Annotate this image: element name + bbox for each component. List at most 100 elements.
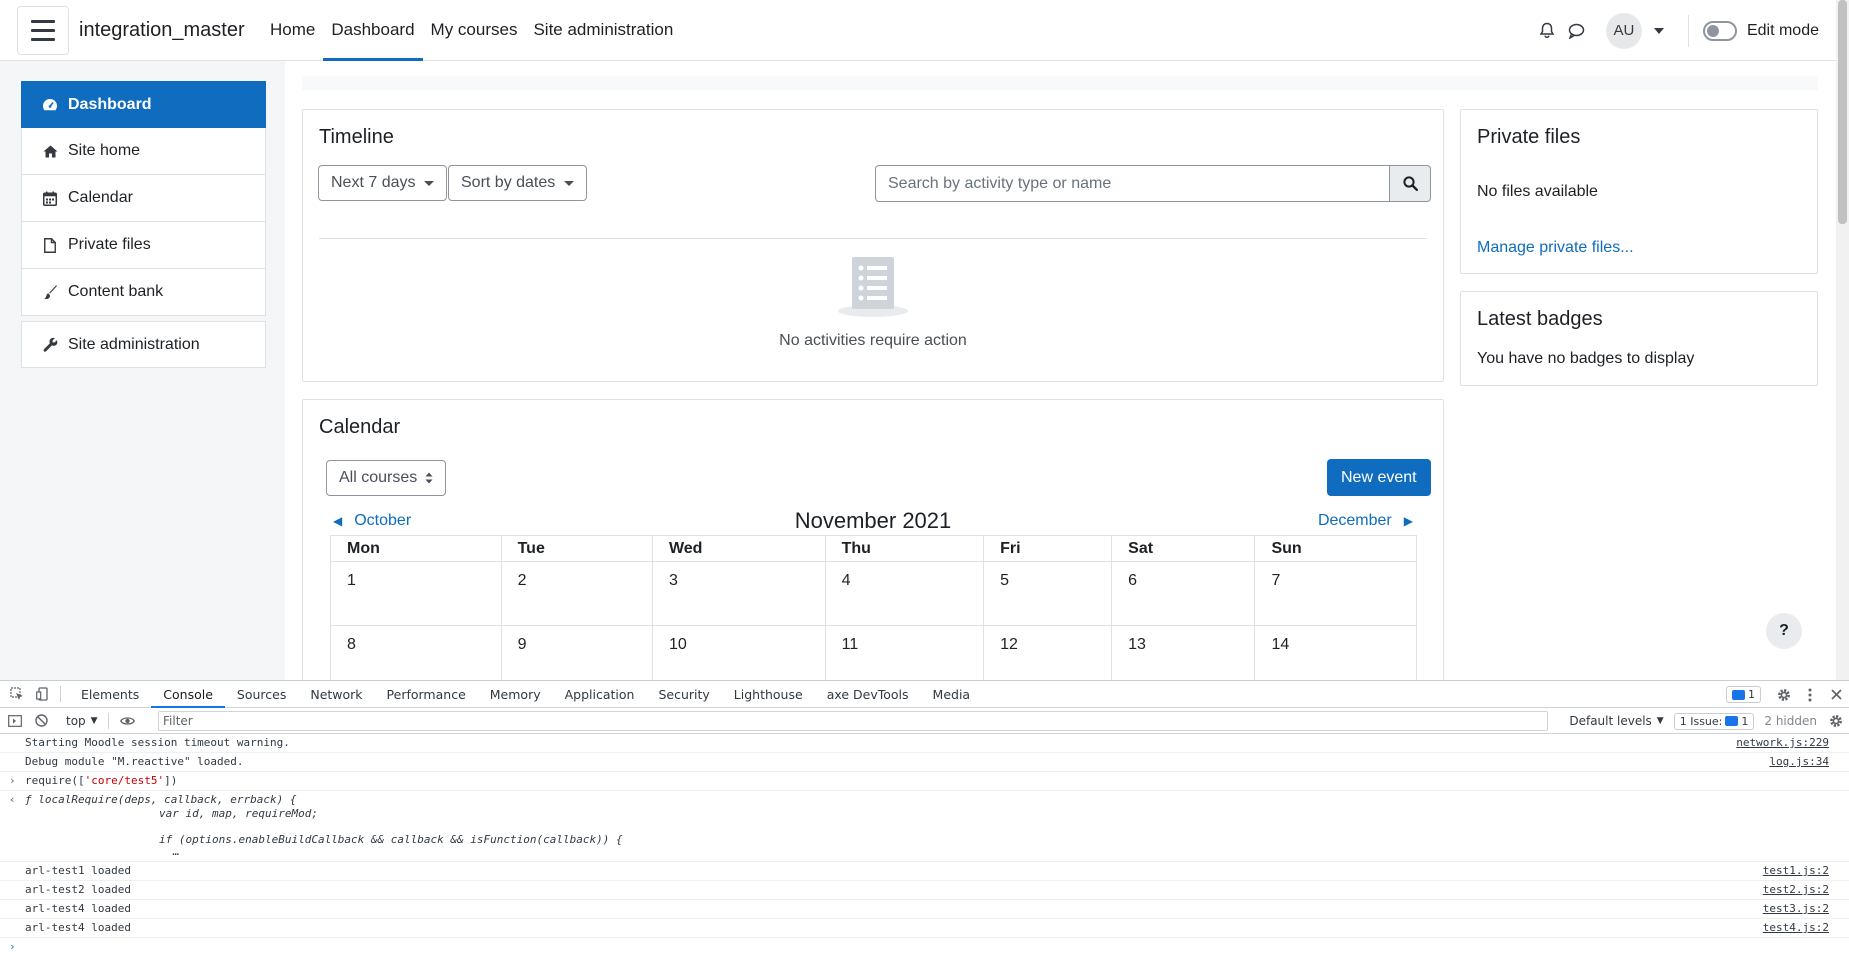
drawer-item-site-administration[interactable]: Site administration: [21, 321, 266, 368]
devtools-tab-application[interactable]: Application: [553, 681, 647, 708]
calendar-day-cell[interactable]: 11: [824, 625, 985, 683]
calendar-day-cell[interactable]: 14: [1254, 625, 1417, 683]
sidebar-toggle-icon[interactable]: [2, 707, 28, 734]
inspect-element-icon[interactable]: [4, 681, 30, 708]
chevron-down-icon: ▼: [1656, 716, 1664, 726]
calendar-day-cell[interactable]: 10: [651, 625, 826, 683]
edit-mode-label: Edit mode: [1746, 21, 1819, 39]
close-icon[interactable]: [1823, 681, 1849, 708]
devtools-tab-media[interactable]: Media: [921, 681, 983, 708]
more-options-icon[interactable]: [1797, 681, 1823, 708]
clear-console-icon[interactable]: [28, 707, 54, 734]
drawer-item-content-bank[interactable]: Content bank: [21, 269, 266, 316]
devtools-tab-sources[interactable]: Sources: [225, 681, 298, 708]
devtools-tab-security[interactable]: Security: [646, 681, 721, 708]
timeline-search-button[interactable]: [1389, 165, 1431, 202]
weekday-header: Wed: [651, 535, 826, 562]
messages-badge[interactable]: 1: [1726, 686, 1761, 703]
timeline-empty-message: No activities require action: [779, 332, 967, 349]
drawer-item-private-files[interactable]: Private files: [21, 222, 266, 269]
site-name[interactable]: integration_master: [79, 19, 245, 42]
notifications-bell-icon[interactable]: [1532, 16, 1562, 46]
devtools-tab-network[interactable]: Network: [298, 681, 374, 708]
page-scrollbar[interactable]: [1836, 0, 1849, 680]
javascript-context-select[interactable]: top ▼: [66, 714, 98, 728]
timeline-day-filter-dropdown[interactable]: Next 7 days: [318, 165, 448, 201]
drawer-item-label: Site administration: [68, 335, 200, 353]
devtools-tab-lighthouse[interactable]: Lighthouse: [722, 681, 815, 708]
calendar-day-cell[interactable]: 8: [330, 625, 502, 683]
scrollbar-thumb[interactable]: [1838, 0, 1847, 224]
edit-mode-toggle[interactable]: [1702, 20, 1737, 41]
log-levels-dropdown[interactable]: Default levels ▼: [1569, 714, 1663, 728]
calendar-course-select[interactable]: All courses: [326, 460, 447, 496]
nav-home[interactable]: Home: [262, 0, 323, 61]
devtools-tab-console[interactable]: Console: [151, 681, 225, 708]
devtools-tab-axe[interactable]: axe DevTools: [815, 681, 921, 708]
calendar-day-cell[interactable]: 9: [500, 625, 653, 683]
help-button[interactable]: ?: [1766, 613, 1802, 649]
weekday-header: Thu: [824, 535, 985, 562]
calendar-day-cell[interactable]: 6: [1111, 561, 1256, 626]
console-input-line[interactable]: ›: [0, 938, 1849, 968]
nav-dashboard[interactable]: Dashboard: [323, 0, 423, 61]
source-link[interactable]: test1.js:2: [1763, 864, 1829, 878]
left-drawer: Dashboard Site home Calendar Private fil…: [0, 61, 285, 681]
private-files-empty-message: No files available: [1477, 183, 1598, 200]
divider: [319, 238, 1427, 239]
timeline-sort-dropdown[interactable]: Sort by dates: [448, 165, 588, 201]
settings-gear-icon[interactable]: [1771, 681, 1797, 708]
source-link[interactable]: network.js:229: [1736, 736, 1829, 750]
weekday-header: Mon: [330, 535, 502, 562]
latest-badges-empty-message: You have no badges to display: [1477, 350, 1695, 367]
calendar-day-cell[interactable]: 1: [330, 561, 502, 626]
user-avatar[interactable]: AU: [1605, 12, 1642, 49]
source-link[interactable]: test2.js:2: [1763, 883, 1829, 897]
source-link[interactable]: log.js:34: [1769, 755, 1829, 769]
drawer-item-calendar[interactable]: Calendar: [21, 175, 266, 222]
top-navbar: integration_master Home Dashboard My cou…: [0, 0, 1849, 61]
live-expression-eye-icon[interactable]: [115, 707, 141, 734]
devtools-tab-elements[interactable]: Elements: [69, 681, 151, 708]
weekday-header: Fri: [983, 535, 1113, 562]
console-settings-gear-icon[interactable]: [1823, 708, 1849, 735]
calendar-day-cell[interactable]: 13: [1111, 625, 1256, 683]
drawer-toggle-button[interactable]: [17, 6, 69, 55]
user-menu-chevron-down-icon[interactable]: [1653, 27, 1664, 34]
latest-badges-block: Latest badges You have no badges to disp…: [1460, 291, 1818, 386]
nav-site-administration[interactable]: Site administration: [525, 0, 681, 61]
source-link[interactable]: test3.js:2: [1763, 902, 1829, 916]
page-header-strip: [302, 76, 1818, 90]
messages-chat-icon[interactable]: [1562, 16, 1592, 46]
drawer-item-label: Site home: [68, 142, 141, 159]
chevron-left-icon: ‹: [9, 793, 16, 806]
calendar-day-cell[interactable]: 2: [500, 561, 653, 626]
source-link[interactable]: test4.js:2: [1763, 921, 1829, 935]
calendar-icon: [42, 190, 58, 206]
current-month-heading: November 2021: [794, 508, 952, 533]
manage-private-files-link[interactable]: Manage private files...: [1477, 239, 1634, 257]
drawer-item-site-home[interactable]: Site home: [21, 128, 266, 175]
drawer-item-label: Dashboard: [68, 95, 152, 113]
drawer-item-label: Calendar: [68, 189, 133, 206]
calendar-day-cell[interactable]: 4: [824, 561, 985, 626]
calendar-day-cell[interactable]: 7: [1254, 561, 1417, 626]
devtools-tab-memory[interactable]: Memory: [478, 681, 553, 708]
private-files-block: Private files No files available Manage …: [1460, 109, 1818, 274]
issues-button[interactable]: 1 Issue: 1: [1673, 712, 1755, 730]
message-icon: [1732, 689, 1745, 700]
console-message: Starting Moodle session timeout warning.…: [0, 734, 1849, 753]
drawer-item-dashboard[interactable]: Dashboard: [21, 81, 266, 128]
devtools-tab-performance[interactable]: Performance: [375, 681, 478, 708]
timeline-search-input[interactable]: [875, 165, 1389, 202]
calendar-day-cell[interactable]: 5: [983, 561, 1113, 626]
new-event-button[interactable]: New event: [1327, 459, 1431, 496]
calendar-day-cell[interactable]: 3: [651, 561, 826, 626]
console-result[interactable]: ‹ ƒ localRequire(deps, callback, errback…: [0, 791, 1849, 862]
next-month-link[interactable]: December ▶: [1318, 512, 1413, 530]
nav-my-courses[interactable]: My courses: [423, 0, 526, 61]
chevron-right-icon: ›: [9, 774, 16, 787]
calendar-day-cell[interactable]: 12: [983, 625, 1113, 683]
device-toolbar-icon[interactable]: [30, 681, 56, 708]
console-filter-input[interactable]: [158, 711, 1548, 731]
